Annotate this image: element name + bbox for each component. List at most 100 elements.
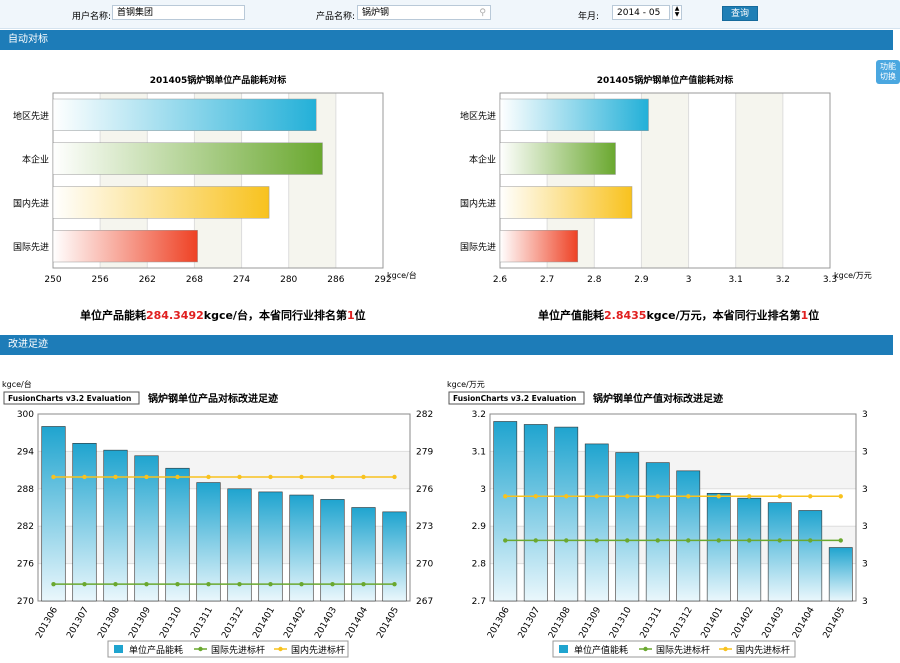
bar-国内先进 xyxy=(499,186,633,219)
category-label: 国内先进 xyxy=(460,197,496,209)
x-tick-label: 201311 xyxy=(189,606,215,641)
x-tick-label: 3.2 xyxy=(776,275,790,285)
line-point xyxy=(113,474,118,480)
x-tick-label: 201402 xyxy=(730,606,756,641)
bar-国际先进 xyxy=(499,230,579,263)
x-tick-label: 201401 xyxy=(700,606,726,641)
legend-point-icon xyxy=(198,646,203,652)
x-tick-label: 201307 xyxy=(65,606,91,641)
x-tick-label: 201403 xyxy=(313,606,339,641)
x-tick-label: 3.1 xyxy=(729,275,743,285)
line-point xyxy=(716,538,721,543)
summary1-value: 284.3492 xyxy=(146,309,204,322)
legend-label: 单位产品能耗 xyxy=(129,644,183,656)
x-tick-label: 2.6 xyxy=(493,275,508,285)
y-tick-left: 3.2 xyxy=(472,410,486,420)
summary1-pre: 单位产品能耗 xyxy=(80,309,146,322)
line-point xyxy=(82,581,87,587)
month-input[interactable]: 2014 - 05 xyxy=(612,5,670,20)
x-tick-label: 268 xyxy=(186,275,203,285)
legend-label: 国内先进标杆 xyxy=(291,644,345,656)
column-bar xyxy=(72,442,97,602)
filter-bar: 用户名称: 首钢集团 产品名称: 锅炉钢 ⚲ 年月: 2014 - 05 ▲ ▼… xyxy=(0,0,900,29)
y-tick-right: 270 xyxy=(416,560,433,570)
line-point xyxy=(503,538,508,543)
month-spinner[interactable]: ▲ ▼ xyxy=(672,5,682,20)
section-header-improvement: 改进足迹 xyxy=(0,335,893,355)
line-point xyxy=(594,494,599,499)
x-tick-label: 201404 xyxy=(344,605,370,640)
output-improvement-chart: kgce/万元 FusionCharts v3.2 Evaluation 锅炉钢单位… xyxy=(447,380,868,658)
category-label: 本企业 xyxy=(22,154,49,166)
line-point xyxy=(237,474,242,480)
line-point xyxy=(533,494,538,499)
output-energy-benchmark-chart: 201405锅炉钢单位产值能耗对标2.6 2.7 2.8 2.9 3 3.1 3.2 3.3k… xyxy=(460,74,872,285)
line-point xyxy=(716,494,721,499)
y-tick-right: 3 xyxy=(862,522,868,532)
summary-output-energy: 单位产值能耗2.8435kgce/万元，本省同行业排名第1位 xyxy=(538,307,819,323)
summary2-value: 2.8435 xyxy=(604,309,647,322)
y-tick-left: 270 xyxy=(17,597,34,607)
line-point xyxy=(299,581,304,587)
y-tick-right: 3 xyxy=(862,597,868,607)
x-tick-label: 201404 xyxy=(791,605,817,640)
line-point xyxy=(655,538,660,543)
x-tick-label: 280 xyxy=(280,275,297,285)
x-tick-label: 201403 xyxy=(761,606,787,641)
x-tick-label: 256 xyxy=(92,275,109,285)
line-point xyxy=(533,538,538,543)
line-point xyxy=(51,581,56,587)
search-icon[interactable]: ⚲ xyxy=(479,6,486,21)
line-point xyxy=(625,494,630,499)
line-point xyxy=(777,494,782,499)
legend-bar-icon xyxy=(114,645,123,653)
x-tick-label: 201402 xyxy=(282,606,308,641)
product-improvement-chart: kgce/台 FusionCharts v3.2 Evaluation 锅炉钢单位产… xyxy=(2,379,433,658)
x-tick-label: 2.9 xyxy=(634,275,649,285)
line-point xyxy=(330,474,335,480)
line-point xyxy=(655,494,660,499)
summary2-mid: kgce/万元，本省同行业排名第 xyxy=(646,309,801,322)
line-point xyxy=(594,538,599,543)
category-label: 国内先进 xyxy=(13,197,49,209)
column-bar xyxy=(737,497,762,602)
line-point xyxy=(299,474,304,480)
x-tick-label: 2.8 xyxy=(587,275,602,285)
line-point xyxy=(268,474,273,480)
x-tick-label: 201309 xyxy=(578,605,604,640)
bar-国内先进 xyxy=(52,186,270,219)
column-bar xyxy=(676,470,701,602)
y-tick-left: 2.9 xyxy=(472,522,487,532)
unit-label: kgce/台 xyxy=(387,270,417,280)
legend-label: 国际先进标杆 xyxy=(211,644,265,656)
user-name-input[interactable]: 首钢集团 xyxy=(112,5,245,20)
line-point xyxy=(777,538,782,543)
summary1-mid: kgce/台，本省同行业排名第 xyxy=(203,309,347,322)
line-point xyxy=(747,538,752,543)
line-point xyxy=(113,581,118,587)
y-tick-left: 276 xyxy=(17,560,34,570)
x-tick-label: 201306 xyxy=(486,605,512,640)
x-tick-label: 201401 xyxy=(251,606,277,641)
x-tick-label: 201307 xyxy=(517,606,543,641)
y-tick-right: 3 xyxy=(862,410,868,420)
column-bar xyxy=(554,426,579,602)
line-point xyxy=(82,474,87,480)
y-tick-right: 3 xyxy=(862,485,868,495)
y-tick-left: 288 xyxy=(17,485,34,495)
x-tick-label: 250 xyxy=(44,275,61,285)
query-button[interactable]: 查询 xyxy=(722,6,758,21)
column-bar xyxy=(41,426,66,602)
line-point xyxy=(838,494,843,499)
product-name-input[interactable]: 锅炉钢 ⚲ xyxy=(357,5,491,20)
category-label: 地区先进 xyxy=(460,110,496,122)
unit-label: kgce/台 xyxy=(2,379,32,389)
line-point xyxy=(808,538,813,543)
spinner-down-icon[interactable]: ▼ xyxy=(673,12,681,18)
x-tick-label: 201310 xyxy=(158,605,184,640)
legend-label: 单位产值能耗 xyxy=(574,644,628,656)
x-tick-label: 201309 xyxy=(127,605,153,640)
x-tick-label: 201311 xyxy=(639,606,665,641)
legend-bar-icon xyxy=(559,645,568,653)
line-point xyxy=(361,581,366,587)
